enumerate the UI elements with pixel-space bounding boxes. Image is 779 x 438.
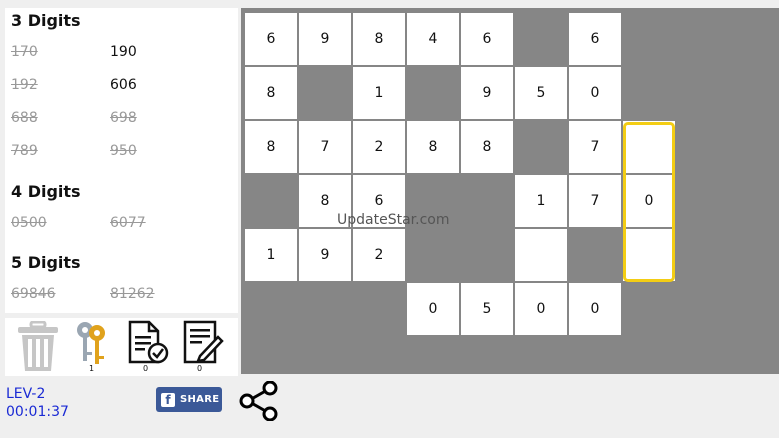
grid-cell[interactable]: 8: [353, 13, 405, 65]
share-icon[interactable]: [238, 380, 280, 425]
document-edit-icon[interactable]: [182, 320, 224, 368]
check-count: 0: [143, 364, 149, 373]
clue-item: 698: [110, 110, 137, 126]
toolbar: 1 0 0: [5, 318, 238, 376]
grid-cell[interactable]: 0: [569, 67, 621, 119]
section-title-5-digits: 5 Digits: [11, 253, 81, 272]
grid-cell[interactable]: 9: [461, 67, 513, 119]
clue-item: 789: [11, 143, 38, 159]
grid-cell[interactable]: 1: [515, 175, 567, 227]
grid-cell[interactable]: 7: [569, 175, 621, 227]
grid-cell[interactable]: 8: [461, 121, 513, 173]
grid-cell[interactable]: 6: [245, 13, 297, 65]
grid-cell[interactable]: 9: [299, 229, 351, 281]
grid-cell[interactable]: 4: [407, 13, 459, 65]
clue-item: 0500: [11, 215, 47, 231]
grid-cell[interactable]: 7: [569, 121, 621, 173]
level-label: LEV-2: [6, 386, 46, 402]
clue-item: 190: [110, 44, 137, 60]
section-title-3-digits: 3 Digits: [11, 11, 81, 30]
clue-item: 950: [110, 143, 137, 159]
document-check-icon[interactable]: [127, 320, 169, 368]
facebook-icon: f: [161, 392, 175, 407]
timer: 00:01:37: [6, 404, 69, 420]
grid-cell[interactable]: 5: [461, 283, 513, 335]
trash-icon[interactable]: [16, 320, 60, 377]
clue-panel: 3 Digits 170 190 192 606 688 698 789 950…: [5, 8, 238, 313]
grid-cell[interactable]: 9: [299, 13, 351, 65]
clue-item: 6077: [110, 215, 146, 231]
clue-item: 170: [11, 44, 38, 60]
grid-cell[interactable]: 0: [407, 283, 459, 335]
watermark: UpdateStar.com: [337, 212, 450, 228]
grid-cell[interactable]: 1: [353, 67, 405, 119]
clue-item: 192: [11, 77, 38, 93]
grid-cell[interactable]: 8: [407, 121, 459, 173]
grid-cell[interactable]: 0: [515, 283, 567, 335]
puzzle-grid: 69846681950872887861701920500: [241, 8, 779, 374]
grid-cell[interactable]: 1: [245, 229, 297, 281]
grid-cell[interactable]: 7: [299, 121, 351, 173]
section-title-4-digits: 4 Digits: [11, 182, 81, 201]
facebook-share-button[interactable]: f SHARE: [156, 387, 222, 412]
clue-item: 81262: [110, 286, 155, 302]
grid-cell[interactable]: 8: [245, 67, 297, 119]
hint-count: 1: [89, 364, 95, 373]
selected-entry-highlight: [623, 122, 675, 282]
grid-cell[interactable]: 0: [569, 283, 621, 335]
grid-cell[interactable]: 6: [461, 13, 513, 65]
grid-cell[interactable]: 6: [569, 13, 621, 65]
edit-count: 0: [197, 364, 203, 373]
facebook-share-label: SHARE: [180, 394, 220, 405]
grid-cell[interactable]: 2: [353, 121, 405, 173]
clue-item: 606: [110, 77, 137, 93]
grid-cell[interactable]: 8: [245, 121, 297, 173]
clue-item: 688: [11, 110, 38, 126]
grid-cell[interactable]: [515, 229, 567, 281]
clue-item: 69846: [11, 286, 56, 302]
grid-cell[interactable]: 2: [353, 229, 405, 281]
keys-icon[interactable]: [73, 320, 113, 370]
grid-cell[interactable]: 5: [515, 67, 567, 119]
